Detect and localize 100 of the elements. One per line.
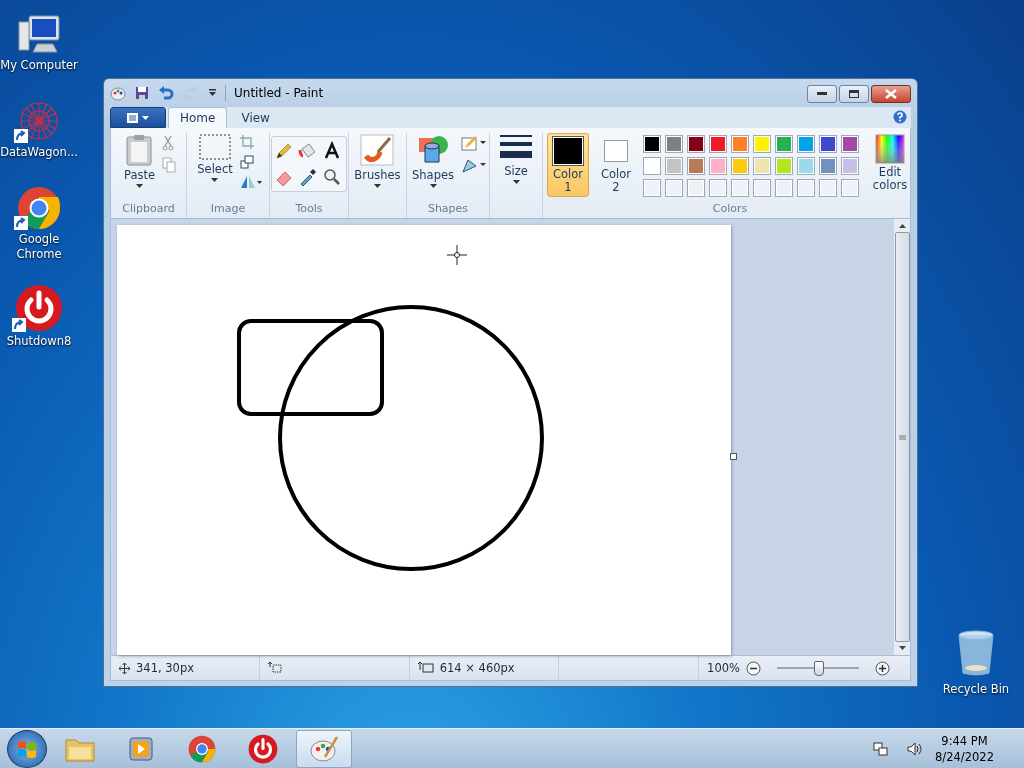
palette-swatch[interactable] [709, 135, 727, 154]
empty-swatch[interactable] [819, 179, 837, 198]
palette-swatch[interactable] [841, 157, 859, 176]
zoom-in-icon[interactable] [875, 660, 890, 676]
desktop-shortcut[interactable]: Shutdown8 [6, 284, 72, 349]
empty-swatch[interactable] [731, 179, 749, 198]
maximize-button[interactable] [839, 85, 869, 103]
outline-pencil-icon[interactable] [461, 135, 487, 152]
empty-swatch[interactable] [687, 179, 705, 198]
edit-colors-button[interactable]: Edit colors [865, 133, 915, 194]
desktop-shortcut[interactable]: Recycle Bin [940, 630, 1012, 697]
select-button[interactable]: Select [194, 133, 236, 184]
palette-swatch[interactable] [797, 157, 815, 176]
zoom-level: 100% [707, 661, 740, 676]
save-icon[interactable] [135, 85, 149, 100]
fill-icon[interactable] [461, 157, 487, 174]
clock[interactable]: 9:44 PM 8/24/2022 [935, 732, 994, 765]
palette-swatch[interactable] [753, 157, 771, 176]
clock-time: 9:44 PM [941, 732, 988, 749]
rotate-icon[interactable] [239, 175, 262, 190]
group-label: Shapes [426, 202, 470, 218]
maximize-icon [849, 90, 859, 98]
copy-icon[interactable] [162, 157, 176, 174]
start-button[interactable] [7, 729, 47, 768]
caret-icon [512, 180, 520, 185]
zoom-out-icon[interactable] [746, 660, 761, 676]
palette-swatch[interactable] [665, 157, 683, 176]
scroll-down-icon[interactable] [898, 646, 906, 652]
empty-swatch[interactable] [665, 179, 683, 198]
paintbrush-icon [360, 134, 395, 167]
power-icon [15, 284, 63, 332]
palette-swatch[interactable] [687, 135, 705, 154]
palette-swatch[interactable] [797, 135, 815, 154]
desktop-shortcut[interactable]: Google Chrome [0, 182, 78, 262]
media-player-icon [128, 735, 154, 762]
pencil-icon[interactable] [274, 141, 294, 162]
scroll-up-icon[interactable] [898, 223, 906, 229]
group-label: Image [209, 202, 247, 218]
resize-icon[interactable] [239, 155, 254, 170]
cursor-position: 341, 30px [136, 661, 194, 676]
palette-swatch[interactable] [841, 135, 859, 154]
empty-swatch[interactable] [643, 179, 661, 198]
palette-swatch[interactable] [775, 157, 793, 176]
minimize-button[interactable] [807, 85, 837, 103]
ribbon-tab[interactable]: Home [168, 107, 228, 129]
paste-button[interactable]: Paste [120, 133, 158, 190]
caret-icon [136, 184, 143, 189]
chrome-logo-icon [17, 186, 61, 230]
color-picker-icon[interactable] [298, 167, 318, 188]
desktop-shortcut[interactable]: My Computer [0, 8, 78, 73]
dropdown-arrow-icon[interactable] [208, 88, 217, 97]
computer-icon [17, 14, 61, 56]
palette-swatch[interactable] [775, 135, 793, 154]
empty-swatch[interactable] [709, 179, 727, 198]
slider-thumb[interactable] [814, 660, 824, 676]
help-icon[interactable] [893, 110, 907, 125]
palette-swatch[interactable] [643, 135, 661, 154]
group-label: Colors [711, 202, 749, 218]
close-button[interactable] [871, 85, 911, 103]
zoom-slider[interactable] [777, 660, 859, 676]
palette-swatch[interactable] [819, 135, 837, 154]
empty-swatch[interactable] [775, 179, 793, 198]
shapes-button[interactable]: Shapes [409, 133, 457, 190]
palette-swatch[interactable] [643, 157, 661, 176]
resize-handle[interactable] [730, 453, 737, 461]
speaker-icon[interactable] [907, 740, 924, 757]
palette-swatch[interactable] [665, 135, 683, 154]
canvas-size-icon [417, 662, 434, 675]
selection-rectangle-icon [199, 134, 231, 161]
ribbon-tab[interactable]: View [229, 107, 282, 129]
desktop-shortcut[interactable]: DataWagon... [0, 95, 78, 160]
clock-date: 8/24/2022 [935, 748, 994, 765]
brushes-button[interactable]: Brushes [351, 133, 404, 190]
clipboard-icon [125, 134, 154, 167]
caret-icon [374, 184, 381, 189]
palette-swatch[interactable] [753, 135, 771, 154]
size-button[interactable]: Size [497, 133, 535, 186]
menu-icon [126, 112, 150, 123]
palette-swatch[interactable] [709, 157, 727, 176]
taskbar-button[interactable] [296, 729, 352, 768]
shortcut-arrow-icon [14, 129, 28, 143]
scissors-icon[interactable] [162, 135, 174, 152]
caret-icon [429, 184, 437, 189]
palette-swatch[interactable] [731, 135, 749, 154]
color-slot-button[interactable]: Color 1 [547, 133, 589, 198]
empty-swatch[interactable] [753, 179, 771, 198]
network-icon[interactable] [873, 740, 890, 757]
application-menu-button[interactable] [110, 107, 166, 129]
group-label: Clipboard [121, 202, 176, 218]
empty-swatch[interactable] [841, 179, 859, 198]
window-title: Untitled - Paint [234, 85, 324, 100]
desktop-icon-label: My Computer [0, 58, 78, 73]
palette-swatch[interactable] [731, 157, 749, 176]
empty-swatch[interactable] [797, 179, 815, 198]
palette-swatch[interactable] [819, 157, 837, 176]
palette-swatch[interactable] [687, 157, 705, 176]
undo-icon[interactable] [158, 85, 174, 100]
color-slot-button[interactable]: Color 2 [595, 133, 637, 198]
paint-palette-icon [110, 84, 126, 101]
crop-icon[interactable] [239, 135, 254, 150]
